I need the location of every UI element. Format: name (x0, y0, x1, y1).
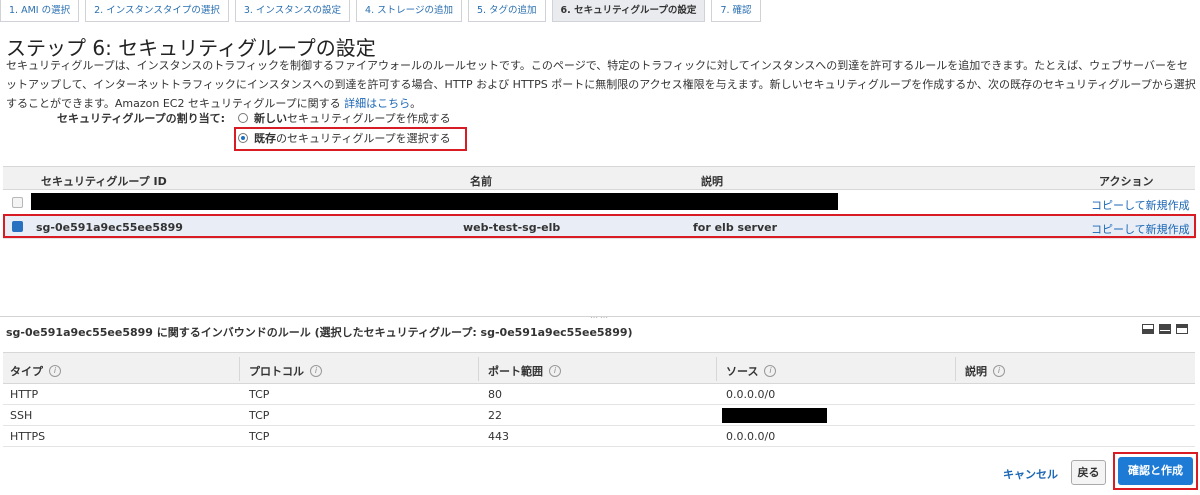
view-split-pane-icon[interactable] (1159, 324, 1171, 334)
highlight-confirm-button (1113, 452, 1198, 490)
rule-protocol-cell: TCP (249, 430, 270, 443)
step-ami[interactable]: 1. AMI の選択 (0, 0, 80, 22)
table-row[interactable]: コピーして新規作成 (3, 190, 1195, 215)
radio-new-label: セキュリティグループを作成する (287, 112, 451, 125)
step-tags[interactable]: 5. タグの追加 (467, 0, 546, 22)
column-separator (239, 357, 240, 381)
back-button[interactable]: 戻る (1071, 460, 1106, 485)
rule-source-cell: 0.0.0.0/0 (726, 430, 776, 443)
rule-type-cell: HTTPS (10, 430, 46, 443)
row-checkbox[interactable] (12, 197, 23, 208)
column-separator (478, 357, 479, 381)
header-action: アクション (1099, 175, 1154, 188)
inbound-rules-title: sg-0e591a9ec55ee5899 に関するインバウンドのルール (選択し… (6, 326, 633, 339)
column-separator (716, 357, 717, 381)
info-icon[interactable]: i (764, 365, 777, 377)
rule-port-cell: 22 (488, 409, 502, 422)
view-top-pane-icon[interactable] (1176, 324, 1188, 334)
header-port-label: ポート範囲 (488, 365, 543, 378)
column-separator (955, 357, 956, 381)
table-row: HTTP TCP 80 0.0.0.0/0 (3, 384, 1195, 405)
header-sg-id[interactable]: セキュリティグループ ID (41, 173, 167, 189)
inbound-rules-table: タイプ i プロトコル i ポート範囲 i ソース i 説明 i HTTP TCP 80 … (3, 352, 1195, 447)
rule-protocol-cell: TCP (249, 388, 270, 401)
header-port-range: ポート範囲 i (488, 363, 561, 379)
rule-port-cell: 80 (488, 388, 502, 401)
table-row: SSH TCP 22 (3, 405, 1195, 426)
highlight-existing-radio (234, 127, 467, 151)
header-rule-desc-label: 説明 (965, 365, 987, 378)
description-suffix: 。 (410, 97, 422, 110)
radio-new-icon[interactable] (238, 113, 248, 123)
copy-to-new-link[interactable]: コピーして新規作成 (1091, 197, 1190, 213)
info-icon[interactable]: i (49, 365, 61, 377)
cancel-button[interactable]: キャンセル (1003, 466, 1058, 482)
header-description[interactable]: 説明 (701, 173, 723, 189)
header-rule-description: 説明 i (965, 363, 1005, 379)
radio-new-sg[interactable]: 新しい セキュリティグループを作成する (238, 110, 451, 126)
step-review[interactable]: 7. 確認 (711, 0, 761, 22)
header-source: ソース i (726, 363, 777, 379)
step-storage[interactable]: 4. ストレージの追加 (356, 0, 462, 22)
learn-more-link[interactable]: 詳細はこちら (344, 97, 410, 110)
step-security-group[interactable]: 6. セキュリティグループの設定 (551, 0, 706, 22)
header-protocol: プロトコル i (249, 363, 322, 379)
radio-new-bold: 新しい (254, 112, 287, 125)
view-bottom-pane-icon[interactable] (1142, 324, 1154, 334)
rule-type-cell: SSH (10, 409, 33, 422)
redacted-block (31, 193, 838, 210)
info-icon[interactable]: i (993, 365, 1005, 377)
info-icon[interactable]: i (310, 365, 322, 377)
description-text: セキュリティグループは、インスタンスのトラフィックを制御するファイアウォールのル… (6, 59, 1196, 110)
info-icon[interactable]: i (549, 365, 561, 377)
step-instance-config[interactable]: 3. インスタンスの設定 (234, 0, 351, 22)
resize-grip-icon[interactable]: ⋯⋯ (590, 313, 610, 322)
table-row: HTTPS TCP 443 0.0.0.0/0 (3, 426, 1195, 447)
sg-table-header: セキュリティグループ ID 名前 説明 アクション (3, 166, 1195, 190)
header-source-label: ソース (726, 365, 759, 378)
pane-view-controls (1137, 324, 1188, 334)
header-protocol-label: プロトコル (249, 365, 304, 378)
wizard-steps: 1. AMI の選択 2. インスタンスタイプの選択 3. インスタンスの設定 … (0, 0, 767, 22)
header-type-label: タイプ (10, 365, 43, 378)
step-instance-type[interactable]: 2. インスタンスタイプの選択 (85, 0, 229, 22)
assign-label: セキュリティグループの割り当て: (57, 112, 226, 125)
redacted-block (722, 408, 827, 423)
header-type: タイプ i (10, 363, 61, 379)
rule-port-cell: 443 (488, 430, 509, 443)
highlight-selected-row (3, 214, 1196, 238)
page-description: セキュリティグループは、インスタンスのトラフィックを制御するファイアウォールのル… (6, 56, 1196, 113)
header-name[interactable]: 名前 (470, 173, 492, 189)
rule-source-cell: 0.0.0.0/0 (726, 388, 776, 401)
rules-table-header: タイプ i プロトコル i ポート範囲 i ソース i 説明 i (3, 352, 1195, 384)
rule-type-cell: HTTP (10, 388, 39, 401)
rule-protocol-cell: TCP (249, 409, 270, 422)
